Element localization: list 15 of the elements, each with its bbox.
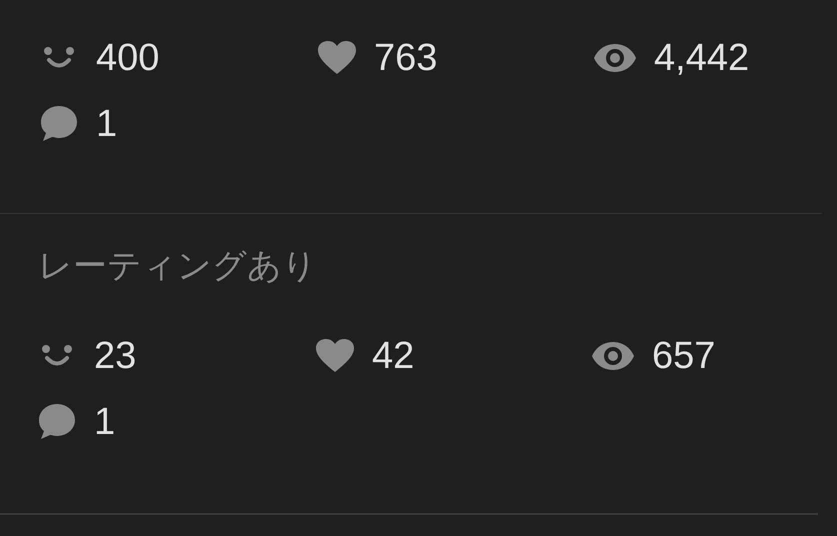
eye-icon (594, 44, 636, 72)
section-title: レーティングあり (38, 246, 318, 286)
speech-bubble-icon (38, 404, 76, 440)
stat-count: 657 (652, 334, 716, 378)
speech-bubble-icon (40, 106, 78, 142)
stat-count: 23 (94, 334, 136, 378)
stat-count: 1 (94, 400, 116, 444)
stat-count: 763 (374, 36, 438, 80)
stat-count: 400 (96, 36, 160, 80)
heart-icon (316, 339, 354, 373)
eye-icon (592, 342, 634, 370)
stat-count: 42 (372, 334, 414, 378)
stat-count: 4,442 (654, 36, 750, 80)
stat-count: 1 (96, 102, 118, 146)
heart-icon (318, 41, 356, 75)
